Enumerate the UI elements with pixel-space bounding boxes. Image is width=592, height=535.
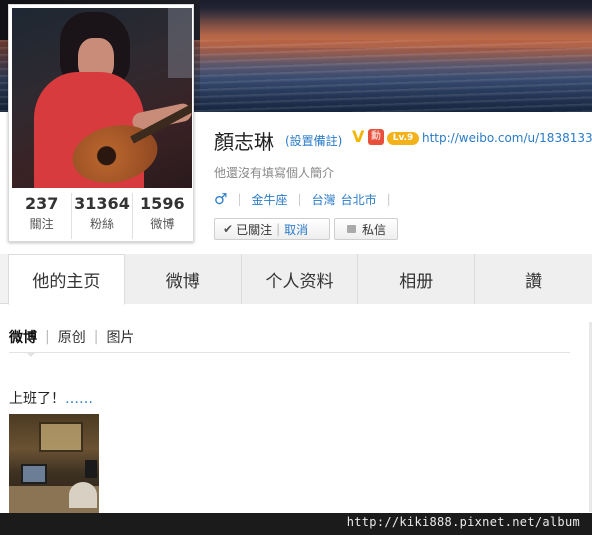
stat-followers-label: 粉絲 (89, 217, 114, 231)
filter-pointer-icon (26, 352, 36, 357)
tab-weibo[interactable]: 微博 (124, 254, 242, 304)
watermark-text: http://kiki888.pixnet.net/album (346, 515, 580, 529)
location-city-link[interactable]: 台北市 (341, 191, 377, 208)
avatar-background-light (168, 8, 192, 78)
avatar[interactable] (12, 8, 192, 188)
zodiac-link[interactable]: 金牛座 (252, 191, 288, 208)
meta-separator: | (237, 192, 242, 206)
message-icon (347, 225, 356, 233)
unfollow-link[interactable]: 取消 (284, 221, 308, 238)
stat-following-label: 關注 (29, 217, 54, 231)
profile-bio: 他還沒有填寫個人簡介 (214, 166, 335, 180)
post-photo[interactable] (9, 414, 99, 514)
profile-meta: ♂ | 金牛座 | 台灣 台北市 | (214, 190, 401, 208)
private-message-label: 私信 (362, 222, 387, 237)
tab-album[interactable]: 相册 (358, 254, 476, 304)
filter-original[interactable]: 原创 (58, 327, 86, 347)
stat-posts[interactable]: 1596 微博 (133, 193, 192, 239)
button-divider: | (276, 222, 281, 236)
stats-bar: 237 關注 31364 粉絲 1596 微博 (12, 193, 192, 239)
filter-underline (9, 352, 570, 353)
tab-profile-info[interactable]: 个人资料 (241, 254, 359, 304)
tab-home[interactable]: 他的主页 (8, 254, 125, 305)
verified-icon[interactable]: V (352, 129, 368, 145)
location-region-link[interactable]: 台灣 (312, 191, 336, 208)
filter-separator: | (93, 329, 99, 345)
level-badge-icon[interactable]: Lv.9 (387, 132, 419, 145)
meta-separator: | (297, 192, 302, 206)
private-message-button[interactable]: 私信 (334, 218, 398, 240)
stat-posts-label: 微博 (150, 217, 175, 231)
photo-person (69, 482, 97, 508)
set-remark-link[interactable]: (設置備註) (285, 132, 342, 149)
post-more-link[interactable]: …… (65, 391, 93, 407)
stat-followers-count: 31364 (74, 194, 130, 213)
avatar-card: 237 關注 31364 粉絲 1596 微博 (8, 4, 194, 242)
meta-separator: | (386, 192, 391, 206)
medal-icon[interactable]: 勳 (368, 129, 384, 145)
filter-separator: | (45, 329, 50, 345)
filter-pictures[interactable]: 图片 (106, 327, 134, 347)
profile-name: 顏志琳 (214, 130, 274, 154)
photo-monitor (21, 464, 47, 484)
followed-label: 已關注 (236, 222, 273, 237)
stat-following[interactable]: 237 關注 (12, 193, 73, 239)
stat-followers[interactable]: 31364 粉絲 (72, 193, 133, 239)
tab-likes[interactable]: 讚 (475, 254, 592, 304)
post-text: 上班了！…… (9, 388, 93, 408)
photo-speaker (85, 460, 97, 478)
post-body: 上班了！ (9, 391, 65, 407)
profile-url-link[interactable]: http://weibo.com/u/1838133313 (422, 131, 592, 145)
check-icon: ✔ (223, 222, 234, 236)
stat-posts-count: 1596 (140, 194, 185, 213)
profile-tabs: 他的主页 微博 个人资料 相册 讚 (0, 254, 592, 305)
feed-filter-nav: 微博 | 原创 | 图片 (9, 327, 134, 347)
male-icon: ♂ (214, 190, 228, 208)
stat-following-count: 237 (24, 194, 59, 213)
filter-weibo[interactable]: 微博 (9, 327, 37, 347)
photo-window (39, 422, 83, 452)
followed-button[interactable]: ✔ 已關注 | 取消 (214, 218, 330, 240)
